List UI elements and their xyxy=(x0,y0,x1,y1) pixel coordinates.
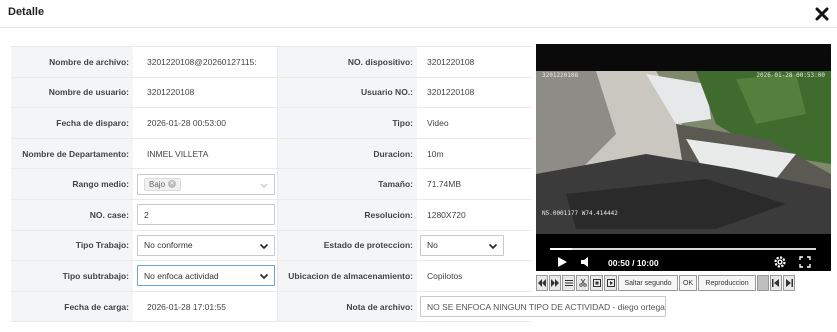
skip-end-icon xyxy=(786,279,793,287)
first-frame-button[interactable] xyxy=(770,275,782,291)
tipo-subtrabajo-cell: No enfoca actividad xyxy=(133,261,277,291)
form-row: Fecha de carga: 2026-01-28 17:01:55 Nota… xyxy=(11,291,666,323)
form-row: Fecha de disparo: 2026-01-28 00:53:00 Ti… xyxy=(11,108,532,139)
tipo-trabajo-cell: No conforme xyxy=(133,231,277,261)
tipo-trabajo-selected: No conforme xyxy=(144,240,193,251)
list-button[interactable] xyxy=(562,275,575,291)
tipo-trabajo-select[interactable]: No conforme xyxy=(137,234,275,256)
label-duracion: Duracion: xyxy=(277,138,417,169)
value-nombre-usuario: 3201220108 xyxy=(147,87,195,98)
forward-icon xyxy=(551,279,559,287)
label-tamano: Tamaño: xyxy=(277,169,417,199)
scissors-icon xyxy=(578,279,587,287)
label-fecha-disparo: Fecha de disparo: xyxy=(11,108,133,138)
clip-button[interactable] xyxy=(576,275,589,291)
value-fecha-carga: 2026-01-28 17:01:55 xyxy=(147,301,226,312)
video-progress-bar[interactable] xyxy=(550,248,816,250)
label-no-case: NO. case: xyxy=(11,199,133,230)
form-row: Rango medio: Bajo ✕ Tamaño: 71.74MB xyxy=(11,169,532,200)
value-tamano: 71.74MB xyxy=(427,179,462,190)
no-case-cell: 2 xyxy=(133,200,277,230)
value-ubicacion: Copilotos xyxy=(427,270,463,281)
value-no-dispositivo: 3201220108 xyxy=(427,56,475,67)
frame-icon xyxy=(592,279,601,287)
label-ubicacion: Ubicacion de almacenamiento: xyxy=(277,261,417,291)
label-estado-proteccion: Estado de proteccion: xyxy=(277,230,417,261)
label-tipo: Tipo: xyxy=(277,108,417,138)
chip-remove-icon[interactable]: ✕ xyxy=(168,180,177,189)
value-fecha-disparo: 2026-01-28 00:53:00 xyxy=(147,117,226,128)
label-rango-medio: Rango medio: xyxy=(11,169,133,199)
label-nombre-archivo: Nombre de archivo: xyxy=(11,47,133,77)
last-frame-button[interactable] xyxy=(783,275,795,291)
video-player[interactable]: 3201220108 2026-01-28 00:53:00 N5.000117… xyxy=(536,44,831,271)
no-case-input[interactable]: 2 xyxy=(137,204,275,226)
value-resolucion: 1280X720 xyxy=(427,209,466,220)
label-tipo-trabajo: Tipo Trabajo: xyxy=(11,230,133,261)
label-nota-archivo: Nota de archivo: xyxy=(277,291,417,322)
detail-form: Nombre de archivo: 3201220108@2026012711… xyxy=(11,46,666,323)
rango-medio-chip-label: Bajo xyxy=(149,179,166,189)
chevron-down-icon xyxy=(488,243,498,249)
snapshot-button[interactable] xyxy=(590,275,603,291)
label-nombre-usuario: Nombre de usuario: xyxy=(11,77,133,108)
form-row: Nombre de usuario: 3201220108 Usuario NO… xyxy=(11,77,532,109)
label-resolucion: Resolucion: xyxy=(277,199,417,230)
nota-archivo-input[interactable]: NO SE ENFOCA NINGUN TIPO DE ACTIVIDAD - … xyxy=(420,296,666,318)
skip-start-icon xyxy=(772,279,779,287)
form-row: Nombre de archivo: 3201220108@2026012711… xyxy=(11,47,532,78)
dialog-header: Detalle xyxy=(0,0,837,28)
saltar-segundo-input[interactable]: Saltar segundo xyxy=(618,275,678,291)
label-tipo-subtrabajo: Tipo subtrabajo: xyxy=(11,261,133,291)
tipo-subtrabajo-selected: No enfoca actividad xyxy=(144,270,219,281)
estado-proteccion-selected: No xyxy=(427,240,438,251)
value-departamento: INMEL VILLETA xyxy=(147,148,209,159)
rango-medio-chip: Bajo ✕ xyxy=(144,177,182,191)
rewind-icon xyxy=(538,279,546,287)
form-row: Tipo Trabajo: No conforme Estado de prot… xyxy=(11,230,532,262)
overlay-device-id: 3201220108 xyxy=(542,72,579,79)
ok-button[interactable]: OK xyxy=(679,275,697,291)
close-icon[interactable] xyxy=(815,7,829,21)
value-nombre-archivo: 3201220108@20260127115: xyxy=(147,56,257,67)
chevron-down-icon xyxy=(259,274,269,280)
estado-proteccion-cell: No xyxy=(417,231,532,261)
fullscreen-icon[interactable] xyxy=(799,256,811,268)
label-fecha-carga: Fecha de carga: xyxy=(11,291,133,322)
dialog-title: Detalle xyxy=(8,6,45,18)
form-row: Tipo subtrabajo: No enfoca actividad Ubi… xyxy=(11,261,532,292)
label-departamento: Nombre de Departamento: xyxy=(11,138,133,169)
video-time-display: 00:50 / 10:00 xyxy=(608,258,659,268)
step-button[interactable] xyxy=(604,275,617,291)
reproduccion-button[interactable]: Reproduccion xyxy=(698,275,756,291)
play-icon[interactable] xyxy=(556,256,568,268)
form-row: Nombre de Departamento: INMEL VILLETA Du… xyxy=(11,138,532,170)
tipo-subtrabajo-select[interactable]: No enfoca actividad xyxy=(137,265,275,287)
overlay-timestamp: 2026-01-28 00:53:00 xyxy=(756,72,825,79)
rewind-button[interactable] xyxy=(536,275,548,291)
gear-icon[interactable] xyxy=(773,255,787,269)
label-no-dispositivo: NO. dispositivo: xyxy=(277,47,417,77)
toolbar-spacer xyxy=(757,275,769,291)
value-duracion: 10m xyxy=(427,148,444,159)
step-icon xyxy=(606,279,615,287)
nota-archivo-cell: NO SE ENFOCA NINGUN TIPO DE ACTIVIDAD - … xyxy=(417,292,666,322)
chevron-down-icon xyxy=(259,243,269,249)
rango-medio-select[interactable]: Bajo ✕ xyxy=(137,173,275,195)
label-usuario-no: Usuario NO.: xyxy=(277,77,417,108)
rango-medio-cell: Bajo ✕ xyxy=(133,169,277,199)
chevron-down-icon xyxy=(260,183,268,188)
form-row: NO. case: 2 Resolucion: 1280X720 xyxy=(11,199,532,231)
video-progress-fill xyxy=(550,248,573,250)
forward-button[interactable] xyxy=(549,275,561,291)
volume-icon[interactable] xyxy=(580,256,592,268)
estado-proteccion-select[interactable]: No xyxy=(420,234,504,256)
value-usuario-no: 3201220108 xyxy=(427,87,475,98)
list-icon xyxy=(564,280,573,286)
overlay-gps: N5.0001177 W74.414442 xyxy=(542,210,618,217)
value-tipo: Video xyxy=(427,117,449,128)
playback-toolbar: Saltar segundo OK Reproduccion xyxy=(536,275,831,291)
